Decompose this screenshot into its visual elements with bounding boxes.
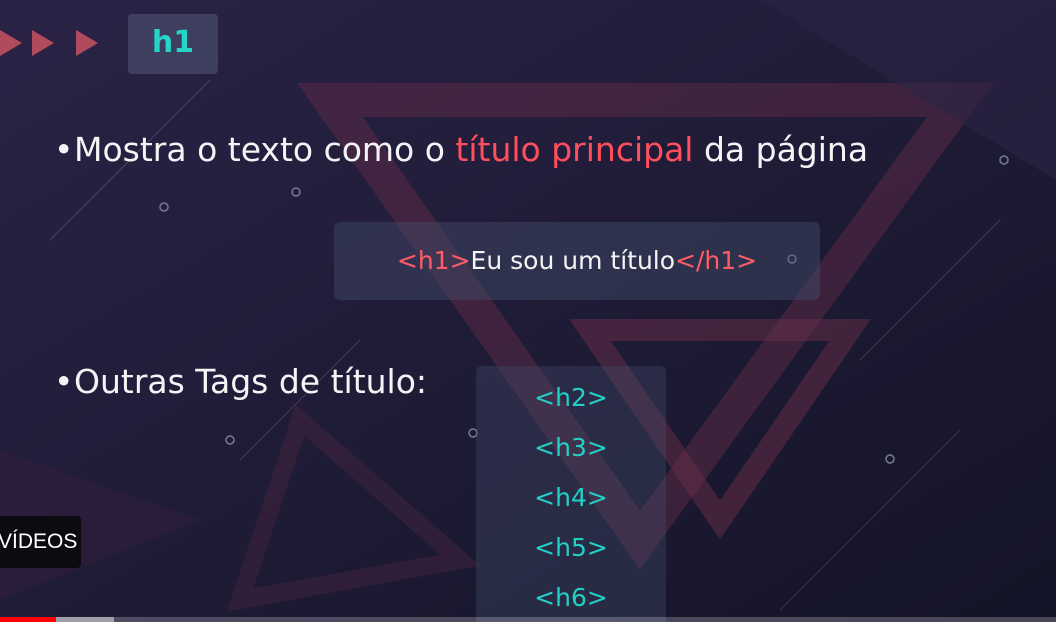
tag-h6: <h6> [534, 583, 608, 612]
line1-text: Mostra o texto como o [74, 130, 456, 169]
progress-buffered [55, 617, 115, 622]
video-frame[interactable]: h1 •Mostra o texto como o título princip… [0, 0, 1056, 622]
line2-text: Outras Tags de título: [74, 362, 428, 401]
tag-h3: <h3> [534, 433, 608, 462]
videos-button[interactable]: VÍDEOS [0, 516, 81, 568]
progress-bar[interactable] [0, 617, 1056, 622]
tag-h4: <h4> [534, 483, 608, 512]
decorative-arrow-icon [32, 30, 54, 56]
progress-played [0, 617, 56, 622]
bullet-dot: • [54, 130, 74, 169]
bullet-line-2: •Outras Tags de título: [54, 362, 427, 401]
line1-text-end: da página [693, 130, 869, 169]
slide-badge: h1 [128, 14, 218, 74]
code-example: <h1>Eu sou um título</h1> [334, 222, 820, 300]
code-open-tag: <h1> [396, 246, 471, 275]
code-close-tag: </h1> [675, 246, 758, 275]
tag-h2: <h2> [534, 383, 608, 412]
code-text: Eu sou um título [470, 246, 676, 275]
tag-h5: <h5> [534, 533, 608, 562]
other-tags-list: <h2> <h3> <h4> <h5> <h6> [476, 366, 666, 622]
decorative-arrow-icon [0, 30, 22, 56]
bullet-dot: • [54, 362, 74, 401]
bullet-line-1: •Mostra o texto como o título principal … [54, 130, 868, 169]
decorative-arrow-icon [76, 30, 98, 56]
line1-highlight: título principal [455, 130, 694, 169]
